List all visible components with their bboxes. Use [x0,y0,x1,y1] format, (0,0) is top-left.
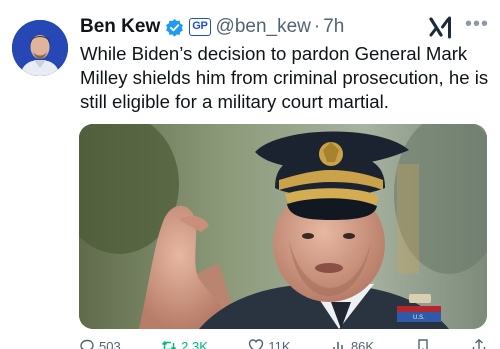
like-button[interactable]: 11K [248,338,291,349]
reply-count: 503 [99,338,121,349]
retweet-icon [161,338,177,349]
retweet-count: 2.3K [181,338,208,349]
bookmark-button[interactable] [415,338,431,349]
reply-icon [79,338,95,349]
like-count: 11K [268,338,291,349]
author-display-name[interactable]: Ben Kew [80,16,160,38]
tweet-actions-bar: 503 2.3K 11K 86K [79,338,487,349]
header-separator: · [313,16,321,37]
verified-badge-icon [165,18,184,37]
more-icon[interactable]: ••• [464,14,490,34]
tweet-header: Ben Kew GP @ben_kew · 7h [80,14,344,40]
tweet-text: While Biden’s decision to pardon General… [80,43,489,112]
share-icon [471,338,487,349]
reply-button[interactable]: 503 [79,338,121,349]
xai-grok-icon[interactable] [428,15,454,41]
author-handle[interactable]: @ben_kew [216,16,311,38]
avatar[interactable] [12,20,68,76]
tweet-card[interactable]: Ben Kew GP @ben_kew · 7h ••• While Biden… [0,0,500,349]
share-button[interactable] [471,338,487,349]
like-icon [248,338,264,349]
views-button[interactable]: 86K [331,338,374,349]
views-icon [331,338,347,349]
tweet-timestamp[interactable]: 7h [323,16,344,38]
views-count: 86K [350,338,375,349]
tweet-media-image[interactable]: U.S. [79,124,487,329]
affiliation-badge[interactable]: GP [189,18,211,36]
bookmark-icon [415,338,431,349]
retweet-button[interactable]: 2.3K [161,338,208,349]
cap-insignia-text: U.S. [413,315,425,321]
